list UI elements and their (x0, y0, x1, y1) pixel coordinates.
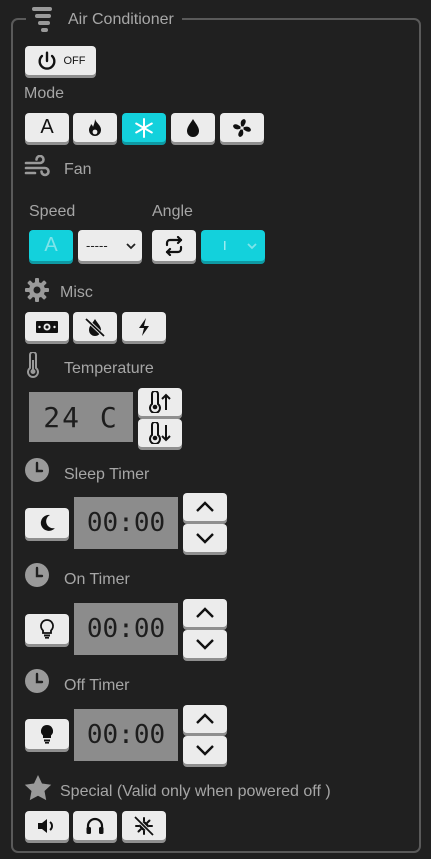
volume-icon (38, 818, 53, 833)
fan-speed-select[interactable]: ----- (78, 230, 142, 261)
mode-auto-label: A (40, 116, 54, 138)
star-icon (24, 775, 52, 801)
chevron-up-icon (196, 713, 214, 724)
off-timer-label: Off Timer (64, 677, 130, 694)
chevron-up-icon (196, 501, 214, 512)
flame-icon (89, 118, 101, 136)
sleep-timer-down-button[interactable] (183, 524, 227, 552)
special-quiet-button[interactable] (73, 811, 117, 840)
off-timer-up-button[interactable] (183, 705, 227, 733)
mode-dry-button[interactable] (171, 113, 215, 142)
droplet-icon (187, 118, 199, 137)
sleep-timer-button[interactable] (25, 508, 69, 538)
temperature-display: 24 C (29, 392, 133, 442)
clock-icon (25, 563, 49, 587)
sleep-timer-display: 00:00 (74, 497, 178, 549)
chevron-down-icon (247, 242, 257, 249)
power-icon (38, 51, 55, 70)
fan-blades-icon (233, 118, 251, 137)
mode-cool-button[interactable] (122, 113, 166, 142)
fan-label: Fan (64, 161, 92, 178)
snowflake-icon (135, 117, 153, 138)
on-timer-down-button[interactable] (183, 630, 227, 658)
fan-swing-button[interactable] (152, 230, 196, 261)
tornado-icon (32, 7, 52, 32)
droplet-slash-icon (84, 317, 106, 337)
clock-icon (25, 669, 49, 693)
panel-title: Air Conditioner (68, 11, 174, 28)
misc-turbo-button[interactable] (122, 312, 166, 341)
temperature-up-button[interactable] (138, 388, 182, 416)
fan-speed-select-value: ----- (86, 238, 108, 253)
on-timer-display: 00:00 (74, 603, 178, 655)
special-label: Special (Valid only when powered off ) (60, 783, 331, 800)
fan-angle-select[interactable]: I (201, 230, 265, 261)
money-bill-icon (36, 320, 58, 333)
off-timer-down-button[interactable] (183, 736, 227, 764)
chevron-down-icon (196, 533, 214, 544)
temperature-label: Temperature (64, 360, 154, 377)
fan-angle-label: Angle (152, 203, 193, 220)
fan-speed-label: Speed (29, 203, 76, 220)
misc-eco-button[interactable] (25, 312, 69, 341)
chevron-down-icon (196, 745, 214, 756)
sleep-timer-label: Sleep Timer (64, 466, 150, 483)
chevron-up-icon (196, 607, 214, 618)
on-timer-label: On Timer (64, 571, 130, 588)
temperature-up-icon (149, 391, 171, 413)
power-label: OFF (63, 54, 86, 67)
off-timer-button[interactable] (25, 719, 69, 749)
temperature-down-button[interactable] (138, 419, 182, 447)
temperature-down-icon (149, 422, 171, 444)
on-timer-button[interactable] (25, 614, 69, 644)
thermometer-icon (27, 352, 39, 378)
lightbulb-outline-icon (40, 619, 54, 639)
panel-legend: Air Conditioner (26, 4, 182, 36)
special-beep-button[interactable] (25, 811, 69, 840)
repeat-icon (165, 235, 183, 256)
chevron-down-icon (196, 639, 214, 650)
headphones-icon (86, 817, 104, 834)
bolt-icon (139, 317, 149, 336)
mode-label: Mode (24, 85, 65, 102)
fan-speed-auto-label: A (44, 234, 58, 256)
off-timer-display: 00:00 (74, 709, 178, 761)
power-button[interactable]: OFF (25, 46, 96, 75)
fan-speed-auto-button[interactable]: A (29, 230, 73, 261)
on-timer-up-button[interactable] (183, 599, 227, 627)
mode-fan-button[interactable] (220, 113, 264, 142)
special-antibacterial-button[interactable] (122, 811, 166, 840)
moon-icon (40, 514, 55, 531)
misc-dry-off-button[interactable] (73, 312, 117, 341)
chevron-down-icon (126, 242, 136, 249)
clock-icon (25, 458, 49, 482)
virus-slash-icon (133, 815, 155, 836)
wind-icon (24, 155, 50, 177)
misc-label: Misc (60, 284, 93, 301)
lightbulb-icon (40, 724, 54, 744)
sleep-timer-up-button[interactable] (183, 493, 227, 521)
fan-angle-value: I (223, 238, 227, 253)
mode-heat-button[interactable] (73, 113, 117, 142)
gear-icon (25, 278, 49, 302)
mode-auto-button[interactable]: A (25, 113, 69, 142)
